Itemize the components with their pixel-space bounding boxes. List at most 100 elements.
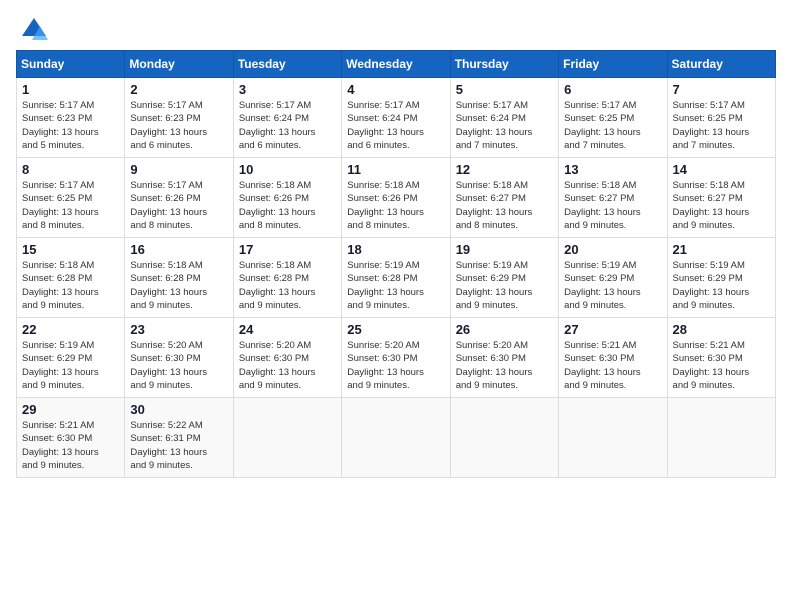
calendar-header-row: Sunday Monday Tuesday Wednesday Thursday… (17, 51, 776, 78)
day-info-14: Sunrise: 5:18 AMSunset: 6:27 PMDaylight:… (673, 179, 770, 232)
day-info-24: Sunrise: 5:20 AMSunset: 6:30 PMDaylight:… (239, 339, 336, 392)
day-number-26: 26 (456, 322, 553, 337)
day-number-16: 16 (130, 242, 227, 257)
day-number-18: 18 (347, 242, 444, 257)
day-info-17: Sunrise: 5:18 AMSunset: 6:28 PMDaylight:… (239, 259, 336, 312)
day-number-17: 17 (239, 242, 336, 257)
day-number-28: 28 (673, 322, 770, 337)
day-cell-2: 2 Sunrise: 5:17 AMSunset: 6:23 PMDayligh… (125, 78, 233, 158)
day-info-9: Sunrise: 5:17 AMSunset: 6:26 PMDaylight:… (130, 179, 227, 232)
page-header (16, 16, 776, 44)
day-cell-7: 7 Sunrise: 5:17 AMSunset: 6:25 PMDayligh… (667, 78, 775, 158)
day-info-18: Sunrise: 5:19 AMSunset: 6:28 PMDaylight:… (347, 259, 444, 312)
header-wednesday: Wednesday (342, 51, 450, 78)
header-sunday: Sunday (17, 51, 125, 78)
day-cell-3: 3 Sunrise: 5:17 AMSunset: 6:24 PMDayligh… (233, 78, 341, 158)
day-info-16: Sunrise: 5:18 AMSunset: 6:28 PMDaylight:… (130, 259, 227, 312)
day-cell-22: 22 Sunrise: 5:19 AMSunset: 6:29 PMDaylig… (17, 318, 125, 398)
day-cell-17: 17 Sunrise: 5:18 AMSunset: 6:28 PMDaylig… (233, 238, 341, 318)
day-cell-16: 16 Sunrise: 5:18 AMSunset: 6:28 PMDaylig… (125, 238, 233, 318)
day-cell-9: 9 Sunrise: 5:17 AMSunset: 6:26 PMDayligh… (125, 158, 233, 238)
day-cell-11: 11 Sunrise: 5:18 AMSunset: 6:26 PMDaylig… (342, 158, 450, 238)
day-cell-14: 14 Sunrise: 5:18 AMSunset: 6:27 PMDaylig… (667, 158, 775, 238)
day-info-28: Sunrise: 5:21 AMSunset: 6:30 PMDaylight:… (673, 339, 770, 392)
day-info-6: Sunrise: 5:17 AMSunset: 6:25 PMDaylight:… (564, 99, 661, 152)
day-number-25: 25 (347, 322, 444, 337)
day-info-25: Sunrise: 5:20 AMSunset: 6:30 PMDaylight:… (347, 339, 444, 392)
day-cell-12: 12 Sunrise: 5:18 AMSunset: 6:27 PMDaylig… (450, 158, 558, 238)
day-info-20: Sunrise: 5:19 AMSunset: 6:29 PMDaylight:… (564, 259, 661, 312)
day-cell-23: 23 Sunrise: 5:20 AMSunset: 6:30 PMDaylig… (125, 318, 233, 398)
calendar-row: 22 Sunrise: 5:19 AMSunset: 6:29 PMDaylig… (17, 318, 776, 398)
day-cell-15: 15 Sunrise: 5:18 AMSunset: 6:28 PMDaylig… (17, 238, 125, 318)
day-info-1: Sunrise: 5:17 AMSunset: 6:23 PMDaylight:… (22, 99, 119, 152)
day-cell-10: 10 Sunrise: 5:18 AMSunset: 6:26 PMDaylig… (233, 158, 341, 238)
logo (16, 16, 48, 44)
day-info-2: Sunrise: 5:17 AMSunset: 6:23 PMDaylight:… (130, 99, 227, 152)
day-cell-18: 18 Sunrise: 5:19 AMSunset: 6:28 PMDaylig… (342, 238, 450, 318)
calendar-row: 29 Sunrise: 5:21 AMSunset: 6:30 PMDaylig… (17, 398, 776, 478)
day-number-20: 20 (564, 242, 661, 257)
header-friday: Friday (559, 51, 667, 78)
day-number-27: 27 (564, 322, 661, 337)
day-info-23: Sunrise: 5:20 AMSunset: 6:30 PMDaylight:… (130, 339, 227, 392)
calendar-row: 1 Sunrise: 5:17 AMSunset: 6:23 PMDayligh… (17, 78, 776, 158)
calendar-row: 15 Sunrise: 5:18 AMSunset: 6:28 PMDaylig… (17, 238, 776, 318)
day-cell-26: 26 Sunrise: 5:20 AMSunset: 6:30 PMDaylig… (450, 318, 558, 398)
day-cell-28: 28 Sunrise: 5:21 AMSunset: 6:30 PMDaylig… (667, 318, 775, 398)
day-info-4: Sunrise: 5:17 AMSunset: 6:24 PMDaylight:… (347, 99, 444, 152)
day-cell-24: 24 Sunrise: 5:20 AMSunset: 6:30 PMDaylig… (233, 318, 341, 398)
day-number-22: 22 (22, 322, 119, 337)
empty-cell (559, 398, 667, 478)
day-number-5: 5 (456, 82, 553, 97)
day-number-8: 8 (22, 162, 119, 177)
day-number-10: 10 (239, 162, 336, 177)
day-number-23: 23 (130, 322, 227, 337)
day-number-11: 11 (347, 162, 444, 177)
empty-cell (667, 398, 775, 478)
day-number-29: 29 (22, 402, 119, 417)
day-number-2: 2 (130, 82, 227, 97)
calendar-table: Sunday Monday Tuesday Wednesday Thursday… (16, 50, 776, 478)
day-info-15: Sunrise: 5:18 AMSunset: 6:28 PMDaylight:… (22, 259, 119, 312)
day-cell-1: 1 Sunrise: 5:17 AMSunset: 6:23 PMDayligh… (17, 78, 125, 158)
day-number-19: 19 (456, 242, 553, 257)
day-info-29: Sunrise: 5:21 AMSunset: 6:30 PMDaylight:… (22, 419, 119, 472)
day-cell-4: 4 Sunrise: 5:17 AMSunset: 6:24 PMDayligh… (342, 78, 450, 158)
logo-icon (20, 16, 48, 44)
empty-cell (342, 398, 450, 478)
calendar-row: 8 Sunrise: 5:17 AMSunset: 6:25 PMDayligh… (17, 158, 776, 238)
day-cell-21: 21 Sunrise: 5:19 AMSunset: 6:29 PMDaylig… (667, 238, 775, 318)
day-number-21: 21 (673, 242, 770, 257)
header-thursday: Thursday (450, 51, 558, 78)
day-cell-30: 30 Sunrise: 5:22 AMSunset: 6:31 PMDaylig… (125, 398, 233, 478)
day-info-27: Sunrise: 5:21 AMSunset: 6:30 PMDaylight:… (564, 339, 661, 392)
day-number-12: 12 (456, 162, 553, 177)
day-cell-29: 29 Sunrise: 5:21 AMSunset: 6:30 PMDaylig… (17, 398, 125, 478)
header-saturday: Saturday (667, 51, 775, 78)
day-cell-19: 19 Sunrise: 5:19 AMSunset: 6:29 PMDaylig… (450, 238, 558, 318)
header-monday: Monday (125, 51, 233, 78)
day-cell-20: 20 Sunrise: 5:19 AMSunset: 6:29 PMDaylig… (559, 238, 667, 318)
empty-cell (233, 398, 341, 478)
header-tuesday: Tuesday (233, 51, 341, 78)
day-info-26: Sunrise: 5:20 AMSunset: 6:30 PMDaylight:… (456, 339, 553, 392)
day-info-8: Sunrise: 5:17 AMSunset: 6:25 PMDaylight:… (22, 179, 119, 232)
day-info-12: Sunrise: 5:18 AMSunset: 6:27 PMDaylight:… (456, 179, 553, 232)
day-cell-8: 8 Sunrise: 5:17 AMSunset: 6:25 PMDayligh… (17, 158, 125, 238)
day-cell-6: 6 Sunrise: 5:17 AMSunset: 6:25 PMDayligh… (559, 78, 667, 158)
empty-cell (450, 398, 558, 478)
day-cell-25: 25 Sunrise: 5:20 AMSunset: 6:30 PMDaylig… (342, 318, 450, 398)
day-number-4: 4 (347, 82, 444, 97)
day-number-3: 3 (239, 82, 336, 97)
day-number-24: 24 (239, 322, 336, 337)
day-cell-13: 13 Sunrise: 5:18 AMSunset: 6:27 PMDaylig… (559, 158, 667, 238)
day-number-1: 1 (22, 82, 119, 97)
day-info-10: Sunrise: 5:18 AMSunset: 6:26 PMDaylight:… (239, 179, 336, 232)
day-cell-5: 5 Sunrise: 5:17 AMSunset: 6:24 PMDayligh… (450, 78, 558, 158)
day-info-5: Sunrise: 5:17 AMSunset: 6:24 PMDaylight:… (456, 99, 553, 152)
day-number-14: 14 (673, 162, 770, 177)
day-info-30: Sunrise: 5:22 AMSunset: 6:31 PMDaylight:… (130, 419, 227, 472)
day-info-22: Sunrise: 5:19 AMSunset: 6:29 PMDaylight:… (22, 339, 119, 392)
day-info-7: Sunrise: 5:17 AMSunset: 6:25 PMDaylight:… (673, 99, 770, 152)
